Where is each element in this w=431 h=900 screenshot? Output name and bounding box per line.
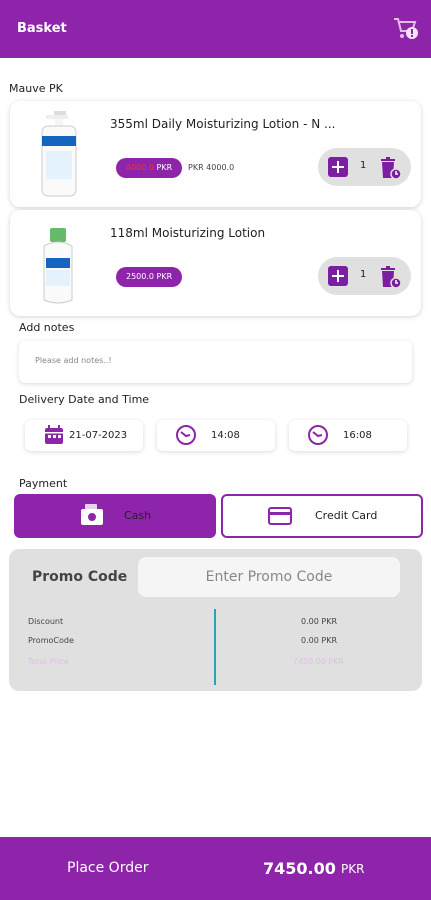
credit-card-label: Credit Card	[315, 509, 378, 522]
date-picker[interactable]: 21-07-2023	[25, 420, 143, 451]
trash-icon[interactable]	[378, 265, 402, 289]
product-card: 355ml Daily Moisturizing Lotion - N ... …	[10, 101, 421, 207]
product-image	[43, 228, 73, 304]
quantity-stepper: 1	[318, 148, 411, 186]
wallet-icon	[81, 504, 103, 525]
delivery-time-from: 14:08	[211, 430, 240, 441]
original-price: PKR 4000.0	[188, 163, 235, 172]
product-card: 118ml Moisturizing Lotion 2500.0 PKR 1	[10, 210, 421, 316]
price-currency: PKR	[156, 163, 173, 172]
quantity-value: 1	[360, 269, 367, 280]
cash-payment-button[interactable]: Cash	[14, 494, 216, 538]
top-app-bar: Basket	[0, 0, 431, 58]
clock-icon	[176, 425, 196, 445]
time-to-picker[interactable]: 16:08	[289, 420, 407, 451]
time-from-picker[interactable]: 14:08	[157, 420, 275, 451]
promo-code-input[interactable]: Enter Promo Code	[138, 557, 400, 597]
page-title: Basket	[17, 21, 67, 36]
promo-panel: Promo Code Enter Promo Code Discount 0.0…	[9, 549, 422, 691]
credit-card-icon	[268, 507, 292, 525]
cash-label: Cash	[124, 509, 152, 522]
delivery-time-to: 16:08	[343, 430, 372, 441]
plus-icon[interactable]	[328, 157, 348, 177]
notes-input[interactable]: Please add notes..!	[19, 341, 412, 383]
promo-placeholder: Enter Promo Code	[205, 569, 333, 585]
promocode-value: 0.00 PKR	[301, 636, 337, 645]
calendar-icon	[45, 425, 63, 444]
order-currency: PKR	[341, 862, 365, 876]
notes-label: Add notes	[19, 321, 75, 334]
plus-icon[interactable]	[328, 266, 348, 286]
delivery-date: 21-07-2023	[69, 430, 128, 441]
product-image	[41, 111, 77, 197]
credit-card-payment-button[interactable]: Credit Card	[221, 494, 423, 538]
cart-icon[interactable]	[393, 16, 419, 42]
discount-label: Discount	[28, 617, 64, 626]
place-order-button[interactable]: Place Order	[67, 860, 148, 876]
delivery-label: Delivery Date and Time	[19, 393, 150, 406]
price-badge: 2500.0 PKR	[116, 267, 183, 287]
notes-placeholder: Please add notes..!	[35, 356, 112, 365]
place-order-bar[interactable]: Place Order 7450.00 PKR	[0, 837, 431, 900]
quantity-stepper: 1	[318, 257, 411, 295]
payment-label: Payment	[19, 477, 68, 490]
store-name: Mauve PK	[9, 82, 63, 95]
trash-icon[interactable]	[378, 156, 402, 180]
promocode-label: PromoCode	[28, 636, 74, 645]
product-name: 355ml Daily Moisturizing Lotion - N ...	[110, 117, 336, 131]
price-badge: 4000.0 PKR	[116, 158, 183, 178]
total-price-value: 7450.00 PKR	[292, 657, 344, 666]
promo-title: Promo Code	[32, 569, 128, 585]
product-name: 118ml Moisturizing Lotion	[110, 226, 266, 240]
promo-divider	[214, 609, 216, 685]
clock-icon	[308, 425, 328, 445]
discount-value: 0.00 PKR	[301, 617, 337, 626]
order-total: 7450.00	[263, 859, 336, 878]
total-price-label: Total Price	[28, 657, 69, 666]
quantity-value: 1	[360, 160, 367, 171]
discounted-price: 4000.0	[126, 163, 154, 172]
